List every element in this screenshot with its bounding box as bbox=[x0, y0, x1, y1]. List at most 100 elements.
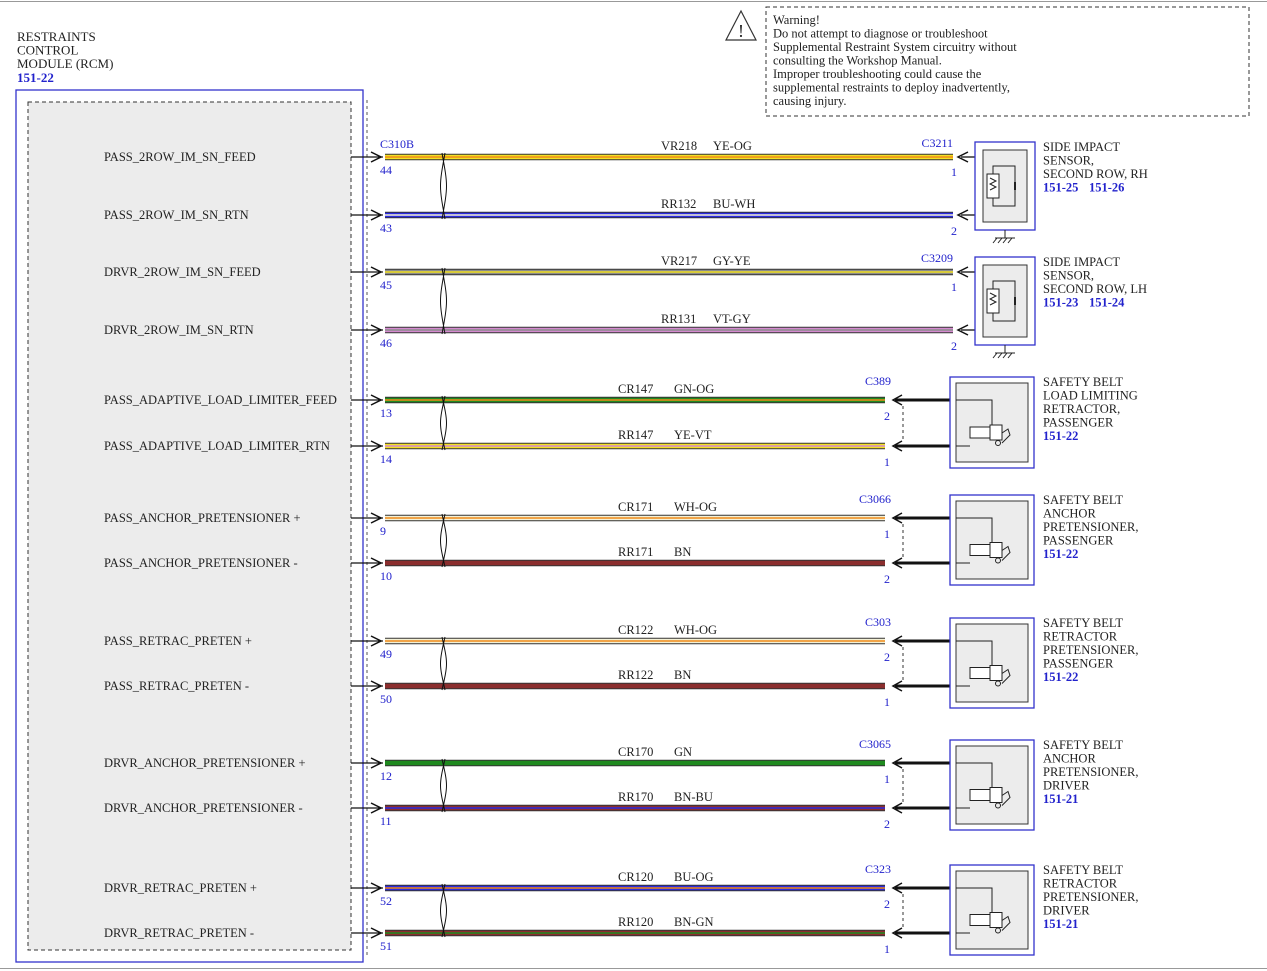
device-label: SAFETY BELTANCHORPRETENSIONER,PASSENGER1… bbox=[1043, 493, 1139, 561]
signal-label: DRVR_ANCHOR_PRETENSIONER - bbox=[104, 801, 303, 815]
ground-hatch bbox=[1002, 352, 1008, 359]
device-name-line: PRETENSIONER, bbox=[1043, 520, 1139, 534]
signal-label: DRVR_RETRAC_PRETEN + bbox=[104, 881, 257, 895]
wire-color-code: VT-GY bbox=[713, 312, 751, 326]
device-label: SAFETY BELTRETRACTORPRETENSIONER,DRIVER1… bbox=[1043, 863, 1139, 931]
warning-line: Warning! bbox=[773, 13, 820, 27]
restraint-squib: C3065 1 2 bbox=[859, 737, 1035, 831]
device-name-line: SAFETY BELT bbox=[1043, 375, 1123, 389]
restraint-squib: C3066 1 2 bbox=[859, 492, 1035, 586]
device-name-line: SENSOR, bbox=[1043, 269, 1094, 283]
signal-label: DRVR_2ROW_IM_SN_RTN bbox=[104, 323, 254, 337]
twisted-pair-marker bbox=[440, 152, 447, 220]
wire-color-code: GY-YE bbox=[713, 254, 751, 268]
device-ref-link: 151-21 bbox=[1043, 917, 1078, 931]
device-name-line: RETRACTOR, bbox=[1043, 402, 1120, 416]
warning-line: supplemental restraints to deploy inadve… bbox=[773, 81, 1010, 95]
ground-hatch bbox=[1007, 237, 1013, 244]
twist-curve-b bbox=[440, 636, 446, 691]
wire-color-code: BU-WH bbox=[713, 197, 755, 211]
twist-curve-a bbox=[441, 883, 447, 938]
module-pin-number: 11 bbox=[380, 814, 392, 828]
device-label: SAFETY BELTANCHORPRETENSIONER,DRIVER151-… bbox=[1043, 738, 1139, 806]
circuit-number: RR147 bbox=[618, 428, 653, 442]
device-pin-number: 1 bbox=[884, 942, 890, 956]
signal-label: PASS_RETRAC_PRETEN - bbox=[104, 679, 249, 693]
device-name-line: SAFETY BELT bbox=[1043, 616, 1123, 630]
device-name-line: PRETENSIONER, bbox=[1043, 765, 1139, 779]
twisted-pair-marker bbox=[440, 883, 447, 938]
device-connector-label: C3065 bbox=[859, 737, 891, 751]
module-connector-label: C310B bbox=[380, 137, 414, 151]
signal-label: PASS_ADAPTIVE_LOAD_LIMITER_RTN bbox=[104, 439, 330, 453]
twist-curve-a bbox=[441, 758, 447, 813]
warning-box: ! Warning!Do not attempt to diagnose or t… bbox=[725, 6, 1250, 117]
device-pin-number: 2 bbox=[951, 224, 957, 238]
device-name-line: SAFETY BELT bbox=[1043, 493, 1123, 507]
ground-hatch bbox=[997, 352, 1003, 359]
twisted-pair-marker bbox=[440, 395, 447, 451]
module-inner-frame bbox=[27, 101, 352, 951]
twist-curve-b bbox=[440, 513, 446, 568]
device-connector-label: C3209 bbox=[921, 251, 953, 265]
module-pin-number: 14 bbox=[380, 452, 392, 466]
device-name-line: RETRACTOR bbox=[1043, 630, 1118, 644]
module-pin-number: 49 bbox=[380, 647, 392, 661]
device-name-line: PASSENGER bbox=[1043, 657, 1114, 671]
ground-icon bbox=[992, 352, 1015, 359]
module-pin-number: 45 bbox=[380, 278, 392, 292]
circuit-number: VR217 bbox=[661, 254, 697, 268]
device-name-line: LOAD LIMITING bbox=[1043, 389, 1138, 403]
signal-label: PASS_ANCHOR_PRETENSIONER + bbox=[104, 511, 301, 525]
ground-hatch bbox=[1007, 352, 1013, 359]
device-ref-link: 151-24 bbox=[1089, 296, 1125, 310]
device-pin-number: 2 bbox=[884, 650, 890, 664]
module-pin-number: 46 bbox=[380, 336, 392, 350]
wire-color-code: BN bbox=[674, 545, 691, 559]
device-name-line: SIDE IMPACT bbox=[1043, 255, 1120, 269]
device-pin-number: 2 bbox=[951, 339, 957, 353]
igniter-cap bbox=[989, 787, 1003, 803]
twist-curve-a bbox=[441, 267, 447, 335]
device-name-line: ANCHOR bbox=[1043, 507, 1096, 521]
module-pin-number: 12 bbox=[380, 769, 392, 783]
module-pin-number: 13 bbox=[380, 406, 392, 420]
igniter-cap bbox=[989, 665, 1003, 681]
signal-label: DRVR_2ROW_IM_SN_FEED bbox=[104, 265, 261, 279]
wire-color-code: WH-OG bbox=[674, 623, 717, 637]
warning-line: Supplemental Restraint System circuitry … bbox=[773, 40, 1017, 54]
circuit-number: CR147 bbox=[618, 382, 653, 396]
wire-color-code: BN-BU bbox=[674, 790, 713, 804]
device-ref-link: 151-25 bbox=[1043, 181, 1078, 195]
circuit-number: RR171 bbox=[618, 545, 653, 559]
module-title-line: MODULE (RCM) bbox=[17, 56, 113, 71]
wire-color-code: BU-OG bbox=[674, 870, 714, 884]
warning-line: consulting the Workshop Manual. bbox=[773, 54, 942, 68]
wire-color-code: WH-OG bbox=[674, 500, 717, 514]
ground-hatch bbox=[1002, 237, 1008, 244]
module-pin-number: 44 bbox=[380, 163, 392, 177]
circuit-number: RR131 bbox=[661, 312, 696, 326]
ground-hatch bbox=[992, 352, 998, 359]
device-ref-link: 151-26 bbox=[1089, 181, 1124, 195]
twisted-pair-marker bbox=[440, 267, 447, 335]
wiring-diagram: ! Warning!Do not attempt to diagnose or t… bbox=[0, 1, 1267, 969]
signal-label: DRVR_ANCHOR_PRETENSIONER + bbox=[104, 756, 306, 770]
igniter-cap bbox=[989, 912, 1003, 928]
restraints-control-module: RESTRAINTSCONTROLMODULE (RCM)151-22C310B bbox=[15, 29, 414, 963]
device-pin-number: 1 bbox=[884, 527, 890, 541]
device-name-line: SENSOR, bbox=[1043, 154, 1094, 168]
signal-label: PASS_ANCHOR_PRETENSIONER - bbox=[104, 556, 298, 570]
warning-line: Do not attempt to diagnose or troublesho… bbox=[773, 27, 988, 41]
twisted-pair-marker bbox=[440, 636, 447, 691]
side-impact-sensor: C3211 1 2 bbox=[921, 136, 1036, 244]
device-name-line: DRIVER bbox=[1043, 904, 1090, 918]
device-pin-number: 2 bbox=[884, 897, 890, 911]
twist-curve-b bbox=[440, 395, 446, 451]
circuit-number: VR218 bbox=[661, 139, 697, 153]
module-pin-number: 10 bbox=[380, 569, 392, 583]
device-name-line: ANCHOR bbox=[1043, 752, 1096, 766]
wire-color-code: YE-VT bbox=[674, 428, 712, 442]
circuit-number: CR122 bbox=[618, 623, 653, 637]
device-pin-number: 2 bbox=[884, 409, 890, 423]
